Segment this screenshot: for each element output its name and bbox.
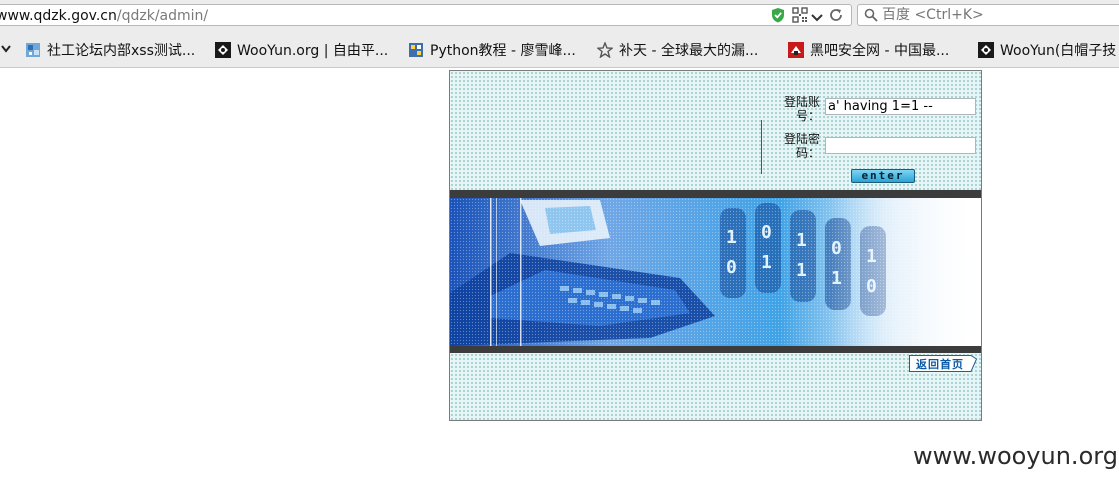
password-label: 登陆密 码：: [772, 132, 820, 160]
bookmark-item[interactable]: 社工论坛内部xss测试...: [25, 41, 195, 59]
shield-icon[interactable]: [771, 7, 785, 23]
address-bar[interactable]: www.qdzk.gov.cn/qdzk/admin/: [0, 4, 852, 26]
bookmark-label: WooYun.org | 自由平...: [237, 43, 389, 59]
python-icon: [409, 43, 423, 57]
footer-panel: 返回首页: [450, 353, 981, 420]
login-panel: 登陆账 号： 登陆密 码： enter: [450, 71, 981, 190]
globe-icon: [26, 43, 40, 57]
enter-button[interactable]: enter: [851, 169, 915, 183]
url-host: www.qdzk.gov.cn: [0, 8, 117, 24]
browser-toolbar: www.qdzk.gov.cn/qdzk/admin/: [0, 0, 1119, 32]
bookmark-item[interactable]: Python教程 - 廖雪峰...: [408, 41, 576, 59]
admin-login-page: 登陆账 号： 登陆密 码： enter: [449, 70, 982, 421]
reload-icon[interactable]: [828, 7, 844, 23]
bookmark-item[interactable]: WooYun.org | 自由平...: [215, 41, 388, 59]
url-text[interactable]: www.qdzk.gov.cn/qdzk/admin/: [0, 8, 208, 24]
chevron-down-icon[interactable]: [811, 10, 823, 26]
bookmark-item[interactable]: WooYun(白帽子技: [978, 41, 1116, 59]
bookmarks-toolbar: 社工论坛内部xss测试... WooYun.org | 自由平... Pytho…: [0, 32, 1119, 68]
bookmark-label: 黑吧安全网 - 中国最...: [810, 43, 950, 59]
divider-band: [450, 346, 981, 353]
keyboard-binary-graphic: 10 01 11 01 10: [450, 198, 981, 346]
watermark: www.wooyun.org: [913, 442, 1118, 470]
url-path: /qdzk/admin/: [116, 8, 209, 24]
star-icon: [597, 42, 613, 58]
banner-image: 10 01 11 01 10: [450, 198, 981, 346]
qr-code-icon[interactable]: [792, 7, 808, 23]
bookmark-item[interactable]: 补天 - 全球最大的漏...: [597, 41, 758, 59]
username-input[interactable]: [825, 98, 976, 115]
chevron-down-icon[interactable]: [1, 45, 11, 53]
bookmark-label: WooYun(白帽子技: [1000, 43, 1117, 59]
username-label-line1: 登陆账: [783, 95, 820, 109]
bookmark-item[interactable]: 黑吧安全网 - 中国最...: [788, 41, 949, 59]
username-label: 登陆账 号：: [772, 95, 820, 123]
divider-band: [450, 190, 981, 198]
username-label-line2: 号：: [795, 109, 820, 123]
search-box[interactable]: [857, 4, 1119, 26]
password-label-line2: 码：: [795, 146, 820, 160]
wooyun-icon: [978, 42, 994, 58]
back-to-home-label: 返回首页: [916, 358, 964, 371]
search-input[interactable]: [882, 6, 1112, 24]
divider: [761, 120, 762, 174]
hackbar-icon: [788, 42, 804, 58]
password-label-line1: 登陆密: [783, 132, 820, 146]
back-to-home-link[interactable]: 返回首页: [909, 355, 977, 372]
bookmark-label: 社工论坛内部xss测试...: [47, 43, 196, 59]
bookmark-label: Python教程 - 廖雪峰...: [430, 43, 576, 59]
wooyun-icon: [215, 42, 231, 58]
password-input[interactable]: [825, 137, 976, 154]
search-icon: [864, 8, 878, 22]
bookmark-label: 补天 - 全球最大的漏...: [619, 43, 759, 59]
